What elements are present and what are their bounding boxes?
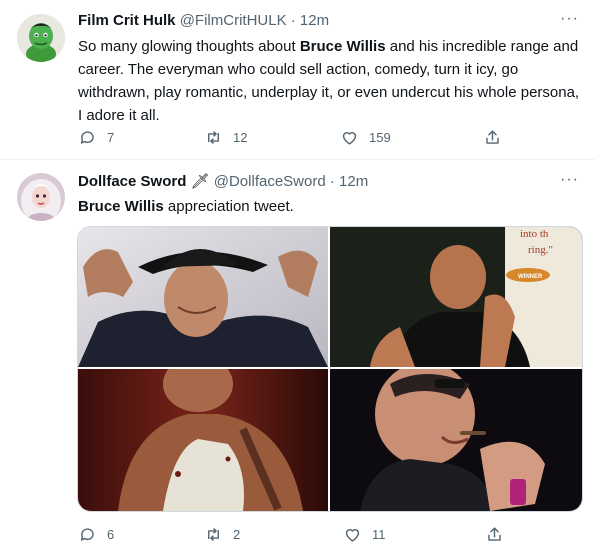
retweet-button[interactable]: 2 bbox=[204, 525, 240, 544]
share-icon bbox=[488, 527, 501, 541]
photo-overlay-text: ring." bbox=[528, 244, 553, 256]
timestamp[interactable]: 12m bbox=[339, 173, 368, 190]
reply-button[interactable]: 6 bbox=[78, 525, 114, 544]
retweet-icon bbox=[208, 528, 219, 541]
tweet-text-bold: Bruce Willis bbox=[78, 198, 164, 215]
like-button[interactable]: 11 bbox=[343, 525, 386, 544]
tweet-film-crit-hulk[interactable]: Film Crit Hulk @FilmCritHULK · 12m ··· S… bbox=[0, 0, 595, 160]
photo-man-black-tank: WINNER into th ring." bbox=[330, 227, 582, 367]
separator: · bbox=[290, 12, 296, 29]
tweet-text-part: appreciation tweet. bbox=[163, 198, 294, 215]
photo-3[interactable] bbox=[78, 369, 328, 511]
retweet-count: 2 bbox=[233, 527, 241, 542]
avatar[interactable] bbox=[17, 173, 65, 221]
timestamp[interactable]: 12m bbox=[300, 12, 329, 29]
photo-1[interactable] bbox=[78, 227, 328, 367]
hulk-avatar-icon bbox=[17, 14, 65, 62]
retweet-count: 12 bbox=[233, 130, 248, 145]
reply-icon bbox=[80, 131, 94, 144]
like-button[interactable]: 159 bbox=[340, 128, 391, 147]
photo-grid: WINNER into th ring." bbox=[77, 226, 583, 512]
photo-overlay-text: into th bbox=[520, 228, 549, 240]
retweet-button[interactable]: 12 bbox=[204, 128, 247, 147]
tweet-text-part: So many glowing thoughts about bbox=[78, 38, 300, 55]
tweet-text: Bruce Willis appreciation tweet. bbox=[78, 195, 583, 218]
separator: · bbox=[329, 173, 335, 190]
tweet-text: So many glowing thoughts about Bruce Wil… bbox=[78, 35, 583, 127]
retweet-icon bbox=[208, 131, 219, 144]
photo-man-in-hat bbox=[78, 227, 328, 367]
photo-man-tank-top bbox=[78, 369, 328, 511]
display-name[interactable]: Dollface Sword bbox=[78, 173, 186, 190]
tweet-text-bold: Bruce Willis bbox=[299, 38, 386, 55]
svg-text:WINNER: WINNER bbox=[518, 274, 543, 280]
like-icon bbox=[342, 132, 357, 145]
tweet-header: Dollface Sword 🗡 @DollfaceSword · 12m bbox=[78, 172, 368, 192]
reply-count: 6 bbox=[107, 527, 115, 542]
handle[interactable]: @DollfaceSword bbox=[214, 173, 326, 190]
photo-man-lighter bbox=[330, 369, 582, 511]
action-bar: 6 2 11 bbox=[78, 525, 518, 545]
like-count: 11 bbox=[372, 527, 386, 542]
more-icon[interactable]: ··· bbox=[560, 10, 579, 28]
photo-2[interactable]: WINNER into th ring." bbox=[330, 227, 582, 367]
tweet-header: Film Crit Hulk @FilmCritHULK · 12m bbox=[78, 11, 329, 31]
handle[interactable]: @FilmCritHULK bbox=[180, 12, 287, 29]
share-icon bbox=[486, 130, 499, 144]
reply-count: 7 bbox=[107, 130, 115, 145]
display-name[interactable]: Film Crit Hulk bbox=[78, 12, 176, 29]
share-button[interactable] bbox=[485, 525, 514, 544]
dagger-emoji-icon: 🗡 bbox=[190, 173, 210, 190]
reply-icon bbox=[80, 528, 94, 541]
avatar[interactable] bbox=[17, 14, 65, 62]
more-icon[interactable]: ··· bbox=[560, 171, 579, 189]
share-button[interactable] bbox=[483, 128, 512, 147]
action-bar: 7 12 159 bbox=[78, 128, 518, 148]
dollface-avatar-icon bbox=[17, 173, 65, 221]
photo-4[interactable] bbox=[330, 369, 582, 511]
reply-button[interactable]: 7 bbox=[78, 128, 114, 147]
like-icon bbox=[345, 529, 360, 542]
tweet-dollface-sword[interactable]: Dollface Sword 🗡 @DollfaceSword · 12m ··… bbox=[0, 161, 595, 560]
like-count: 159 bbox=[369, 130, 391, 145]
